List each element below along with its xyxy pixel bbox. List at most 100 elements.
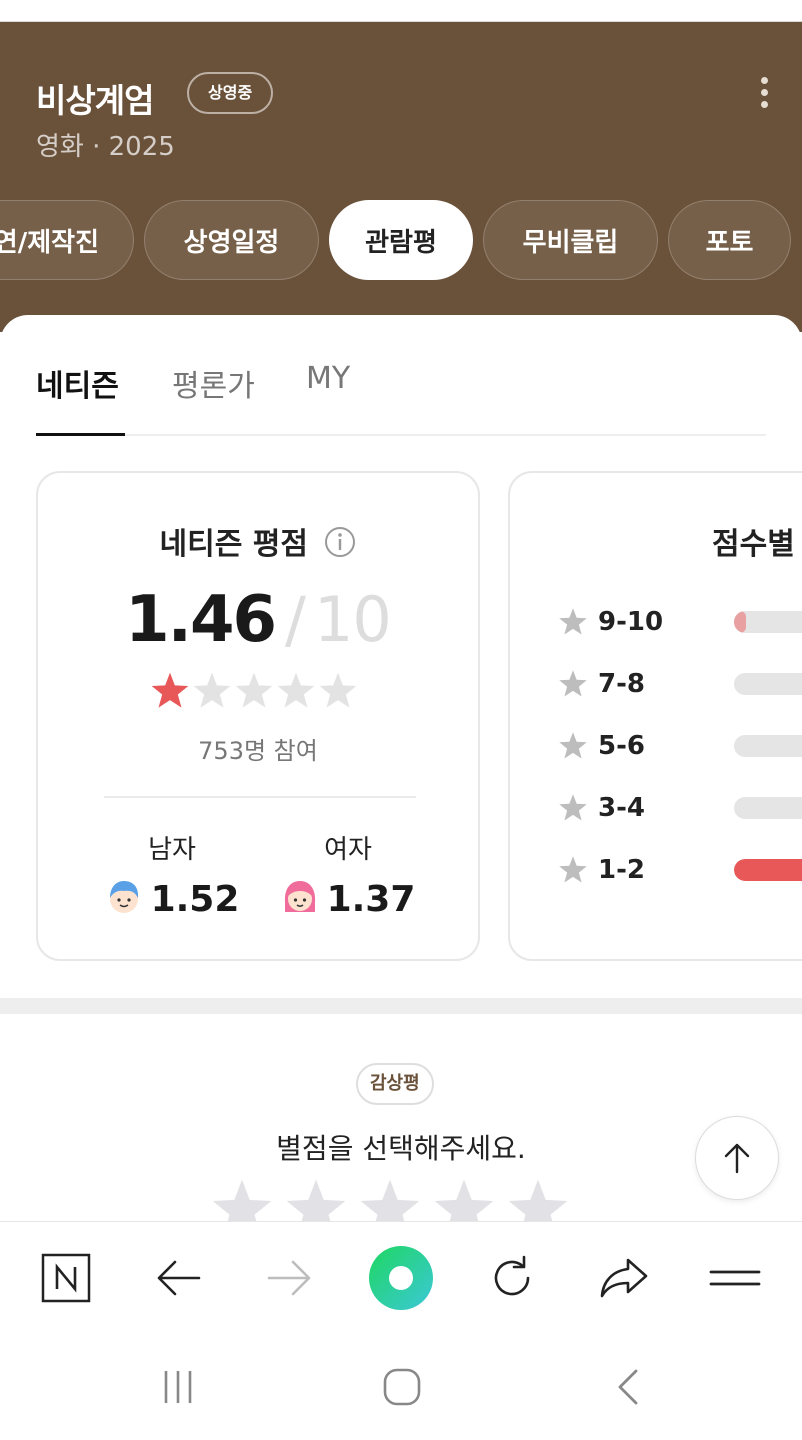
female-avatar-icon <box>281 878 319 920</box>
movie-title: 비상계엄 <box>36 81 154 120</box>
distribution-title: 점수별 <box>712 527 795 562</box>
distribution-label: 3-4 <box>598 793 645 823</box>
distribution-label: 7-8 <box>598 669 645 699</box>
distribution-row: 7-8 <box>558 667 802 701</box>
rating-card-title: 네티즌 평점 <box>38 519 478 566</box>
scroll-to-top-button[interactable] <box>695 1116 779 1200</box>
subtab-netizen[interactable]: 네티즌 <box>36 361 119 405</box>
star-icon <box>559 794 587 821</box>
star-select-icon[interactable] <box>358 1177 422 1221</box>
home-icon <box>383 1368 421 1406</box>
naver-home-button[interactable] <box>26 1238 106 1318</box>
green-dot-button[interactable] <box>361 1238 441 1318</box>
tab-reviews[interactable]: 관람평 <box>329 200 473 280</box>
star-rating-input <box>210 1177 570 1221</box>
back-button[interactable] <box>138 1238 218 1318</box>
status-bar <box>0 0 802 22</box>
subtab-my[interactable]: MY <box>306 361 350 396</box>
back-arrow-icon <box>157 1260 201 1296</box>
star-icon <box>559 732 587 759</box>
back-icon <box>618 1369 638 1405</box>
arrow-up-icon <box>724 1143 750 1174</box>
distribution-label: 1-2 <box>598 855 645 885</box>
average-score: 1.46 <box>125 583 277 657</box>
system-navigation-bar <box>0 1333 802 1440</box>
star-empty-icon <box>277 672 315 708</box>
tab-label: 출연/제작진 <box>0 227 99 258</box>
distribution-label: 5-6 <box>598 731 645 761</box>
star-select-icon[interactable] <box>284 1177 348 1221</box>
distribution-label: 9-10 <box>598 607 664 637</box>
rating-title-text: 네티즌 평점 <box>159 527 308 562</box>
participant-count: 753명 참여 <box>198 737 318 765</box>
star-empty-icon <box>193 672 231 708</box>
share-button[interactable] <box>584 1238 664 1318</box>
review-prompt: 별점을 선택해주세요. <box>276 1132 526 1165</box>
review-subtabs: 네티즌 평론가 MY <box>36 361 766 436</box>
review-badge: 감상평 <box>356 1063 434 1105</box>
distribution-row: 1-2 <box>558 853 802 887</box>
tab-label: 무비클립 <box>522 227 619 258</box>
share-icon <box>600 1258 648 1298</box>
tab-movie-clips[interactable]: 무비클립 <box>483 200 658 280</box>
star-select-icon[interactable] <box>432 1177 496 1221</box>
star-filled-icon <box>151 672 189 708</box>
male-label: 남자 <box>148 835 196 865</box>
tab-schedule[interactable]: 상영일정 <box>144 200 319 280</box>
male-rating: 남자 1.52 <box>92 829 252 920</box>
distribution-bar <box>734 735 802 757</box>
menu-icon <box>709 1270 761 1286</box>
tab-label: 포토 <box>705 227 754 258</box>
tab-label: 관람평 <box>365 227 437 258</box>
reload-button[interactable] <box>472 1238 552 1318</box>
distribution-bar <box>734 673 802 695</box>
tab-photos[interactable]: 포토 <box>668 200 791 280</box>
active-tab-indicator <box>36 433 125 436</box>
male-avatar-icon <box>105 878 143 920</box>
section-divider <box>0 998 802 1014</box>
rating-stars <box>150 671 358 711</box>
reload-icon <box>494 1255 530 1296</box>
score-separator: / <box>285 583 306 656</box>
star-icon <box>559 608 587 635</box>
status-badge: 상영중 <box>187 72 274 114</box>
menu-button[interactable] <box>695 1238 775 1318</box>
male-score: 1.52 <box>150 878 240 920</box>
star-select-icon[interactable] <box>210 1177 274 1221</box>
netizen-rating-card: 네티즌 평점 1.46/10 753명 참여 남자 1.52 여자 1.37 <box>36 471 480 961</box>
star-icon <box>559 856 587 883</box>
movie-meta: 영화 · 2025 <box>36 132 175 162</box>
female-label: 여자 <box>324 835 372 865</box>
subtab-critics[interactable]: 평론가 <box>172 361 255 405</box>
max-score: 10 <box>313 583 392 656</box>
browser-toolbar <box>0 1221 802 1333</box>
star-empty-icon <box>319 672 357 708</box>
home-button[interactable] <box>362 1357 442 1417</box>
recent-apps-button[interactable] <box>138 1357 218 1417</box>
forward-button[interactable] <box>250 1238 330 1318</box>
divider <box>104 796 416 798</box>
back-nav-button[interactable] <box>588 1357 668 1417</box>
distribution-bar <box>734 859 802 881</box>
distribution-bar <box>734 611 802 633</box>
info-icon[interactable] <box>324 526 356 566</box>
distribution-row: 9-10 <box>558 605 802 639</box>
score-distribution-card: 점수별 9-10 7-8 5-6 3-4 1-2 <box>508 471 802 961</box>
tab-label: 상영일정 <box>183 227 280 258</box>
score-display: 1.46/10 <box>38 583 478 657</box>
recent-apps-icon <box>164 1371 192 1403</box>
forward-arrow-icon <box>267 1260 311 1296</box>
distribution-bar <box>734 797 802 819</box>
distribution-bar-fill <box>734 859 802 881</box>
section-tabs: 출연/제작진 상영일정 관람평 무비클립 포토 <box>0 200 802 280</box>
tab-cast-crew[interactable]: 출연/제작진 <box>0 200 134 280</box>
green-dot-icon <box>369 1246 433 1310</box>
distribution-row: 3-4 <box>558 791 802 825</box>
star-empty-icon <box>235 672 273 708</box>
more-vertical-icon[interactable] <box>746 72 782 112</box>
female-rating: 여자 1.37 <box>268 829 428 920</box>
star-select-icon[interactable] <box>506 1177 570 1221</box>
female-score: 1.37 <box>326 878 416 920</box>
naver-home-icon <box>41 1253 91 1303</box>
distribution-bar-fill <box>734 611 746 633</box>
